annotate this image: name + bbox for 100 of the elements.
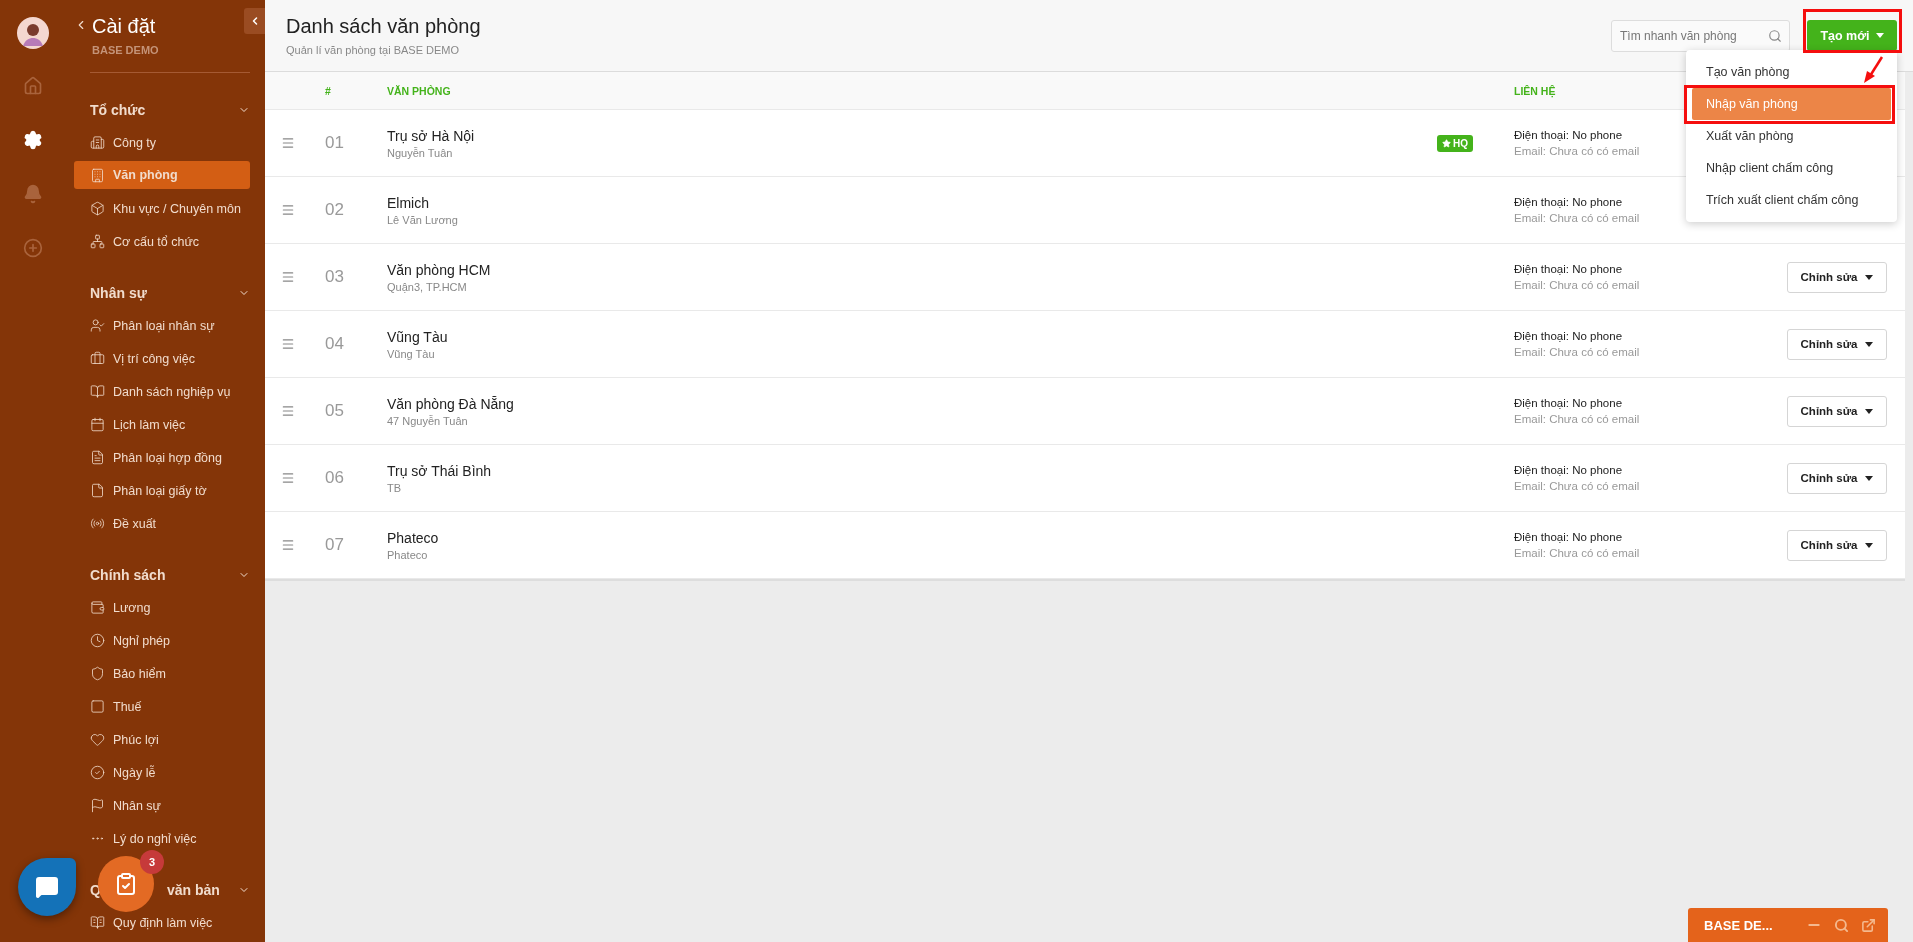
phone-text: Điện thoại: No phone bbox=[1514, 397, 1623, 409]
section-title[interactable]: văn bản bbox=[166, 881, 220, 898]
menu-item[interactable]: Khu vực / Chuyên môn bbox=[74, 192, 250, 225]
edit-button[interactable]: Chỉnh sửa bbox=[1787, 529, 1887, 561]
office-detail: TB bbox=[387, 481, 403, 494]
plus-circle-icon[interactable] bbox=[23, 238, 43, 258]
menu-item[interactable]: Đề xuất bbox=[74, 507, 250, 540]
email-text: Email: Chưa có có email bbox=[1514, 547, 1640, 559]
drag-handle-icon[interactable] bbox=[281, 538, 295, 552]
chat-widget-bar[interactable]: BASE DE... bbox=[1688, 908, 1888, 942]
drag-handle-icon[interactable] bbox=[281, 270, 295, 284]
section-title[interactable]: Nhân sự bbox=[90, 284, 147, 301]
menu-item[interactable]: Phân loại giấy tờ bbox=[74, 474, 250, 507]
menu-item[interactable]: Lịch làm việc bbox=[74, 408, 250, 441]
dropdown-item[interactable]: Nhập client chấm công bbox=[1692, 152, 1891, 184]
page-subtitle: Quản lí văn phòng tại BASE DEMO bbox=[286, 44, 461, 56]
dropdown-item[interactable]: Trích xuất client chấm công bbox=[1692, 184, 1891, 216]
office-detail: Nguyễn Tuân bbox=[387, 146, 454, 159]
menu-item[interactable]: Cơ cấu tổ chức bbox=[74, 225, 250, 258]
caret-icon bbox=[1865, 408, 1874, 414]
collapse-button[interactable] bbox=[244, 8, 265, 34]
menu-item[interactable]: Danh sách nghiệp vụ bbox=[74, 375, 250, 408]
shield-icon bbox=[90, 666, 105, 681]
drag-handle-icon[interactable] bbox=[281, 471, 295, 485]
menu-item[interactable]: Thuế bbox=[74, 690, 250, 723]
star-icon bbox=[1442, 138, 1451, 148]
row-number: 04 bbox=[325, 334, 345, 354]
office-name[interactable]: Phateco bbox=[387, 529, 1437, 546]
phone-text: Điện thoại: No phone bbox=[1514, 330, 1623, 342]
user-check-icon bbox=[90, 318, 105, 333]
clock-icon bbox=[90, 633, 105, 648]
menu-item[interactable]: Công ty bbox=[74, 126, 250, 159]
email-text: Email: Chưa có có email bbox=[1514, 212, 1640, 224]
menu-item[interactable]: Quy định làm việc bbox=[74, 906, 250, 939]
edit-button[interactable]: Chỉnh sửa bbox=[1787, 261, 1887, 293]
phone-text: Điện thoại: No phone bbox=[1514, 129, 1623, 141]
office-name[interactable]: Elmich bbox=[387, 194, 1437, 211]
company-name: BASE DEMO bbox=[92, 44, 159, 56]
search-field[interactable]: Tìm nhanh văn phòng bbox=[1611, 19, 1790, 52]
open-book-icon bbox=[90, 915, 105, 930]
email-text: Email: Chưa có có email bbox=[1514, 413, 1640, 425]
home-icon[interactable] bbox=[23, 76, 43, 96]
file-icon bbox=[90, 483, 105, 498]
office-name[interactable]: Vũng Tàu bbox=[387, 328, 1437, 345]
external-link-icon[interactable] bbox=[1861, 917, 1876, 933]
avatar[interactable] bbox=[17, 17, 49, 49]
check-circle-icon bbox=[90, 765, 105, 780]
section-title[interactable]: Chính sách bbox=[90, 566, 166, 583]
settings-icon[interactable] bbox=[23, 130, 43, 150]
phone-text: Điện thoại: No phone bbox=[1514, 464, 1623, 476]
drag-handle-icon[interactable] bbox=[281, 136, 295, 150]
flag-icon bbox=[90, 798, 105, 813]
drag-handle-icon[interactable] bbox=[281, 404, 295, 418]
email-text: Email: Chưa có có email bbox=[1514, 279, 1640, 291]
row-number: 03 bbox=[325, 267, 345, 287]
cube-icon bbox=[90, 201, 105, 216]
row-number: 02 bbox=[325, 200, 345, 220]
heart-icon bbox=[90, 732, 105, 747]
edit-button[interactable]: Chỉnh sửa bbox=[1787, 395, 1887, 427]
caret-icon bbox=[1865, 475, 1874, 481]
menu-item[interactable]: Vị trí công việc bbox=[74, 342, 250, 375]
office-detail: Quận3, TP.HCM bbox=[387, 280, 468, 293]
menu-item[interactable]: Bảo hiểm bbox=[74, 657, 250, 690]
dropdown-item[interactable]: Xuất văn phòng bbox=[1692, 120, 1891, 152]
email-text: Email: Chưa có có email bbox=[1514, 346, 1640, 358]
buildings-icon bbox=[90, 135, 105, 150]
office-name[interactable]: Trụ sở Thái Bình bbox=[387, 462, 1437, 479]
phone-text: Điện thoại: No phone bbox=[1514, 263, 1623, 275]
hq-badge: HQ bbox=[1437, 134, 1473, 152]
menu-item[interactable]: Phân loại nhân sự bbox=[74, 309, 250, 342]
wallet-icon bbox=[90, 600, 105, 615]
edit-button[interactable]: Chỉnh sửa bbox=[1787, 328, 1887, 360]
menu-item[interactable]: Ngày lễ bbox=[74, 756, 250, 789]
arrow-annotation bbox=[1864, 56, 1884, 83]
drag-handle-icon[interactable] bbox=[281, 203, 295, 217]
column-header: # bbox=[325, 84, 332, 97]
edit-button[interactable]: Chỉnh sửa bbox=[1787, 462, 1887, 494]
phone-text: Điện thoại: No phone bbox=[1514, 531, 1623, 543]
menu-item[interactable]: Phúc lợi bbox=[74, 723, 250, 756]
menu-item[interactable]: Lương bbox=[74, 591, 250, 624]
search-icon[interactable] bbox=[1834, 917, 1849, 933]
bell-icon[interactable] bbox=[23, 184, 43, 204]
office-name[interactable]: Văn phòng HCM bbox=[387, 261, 1437, 278]
row-number: 06 bbox=[325, 468, 345, 488]
office-name[interactable]: Văn phòng Đà Nẵng bbox=[387, 395, 1437, 412]
office-name[interactable]: Trụ sở Hà Nội bbox=[387, 127, 1437, 144]
menu-item[interactable]: Nhân sự bbox=[74, 789, 250, 822]
section-title[interactable]: Tổ chức bbox=[90, 101, 146, 118]
caret-icon bbox=[1865, 542, 1874, 548]
menu-item[interactable]: Nghỉ phép bbox=[74, 624, 250, 657]
caret-icon bbox=[1865, 274, 1874, 280]
message-icon bbox=[35, 875, 59, 899]
panel-title: Cài đặt bbox=[92, 14, 157, 38]
menu-item[interactable]: Phân loại hợp đồng bbox=[74, 441, 250, 474]
column-header: VĂN PHÒNG bbox=[387, 84, 452, 97]
office-detail: Phateco bbox=[387, 548, 429, 561]
dropdown-item[interactable]: Tạo văn phòng bbox=[1692, 56, 1891, 88]
column-header: LIÊN HỆ bbox=[1514, 84, 1557, 97]
drag-handle-icon[interactable] bbox=[281, 337, 295, 351]
briefcase-icon bbox=[90, 351, 105, 366]
